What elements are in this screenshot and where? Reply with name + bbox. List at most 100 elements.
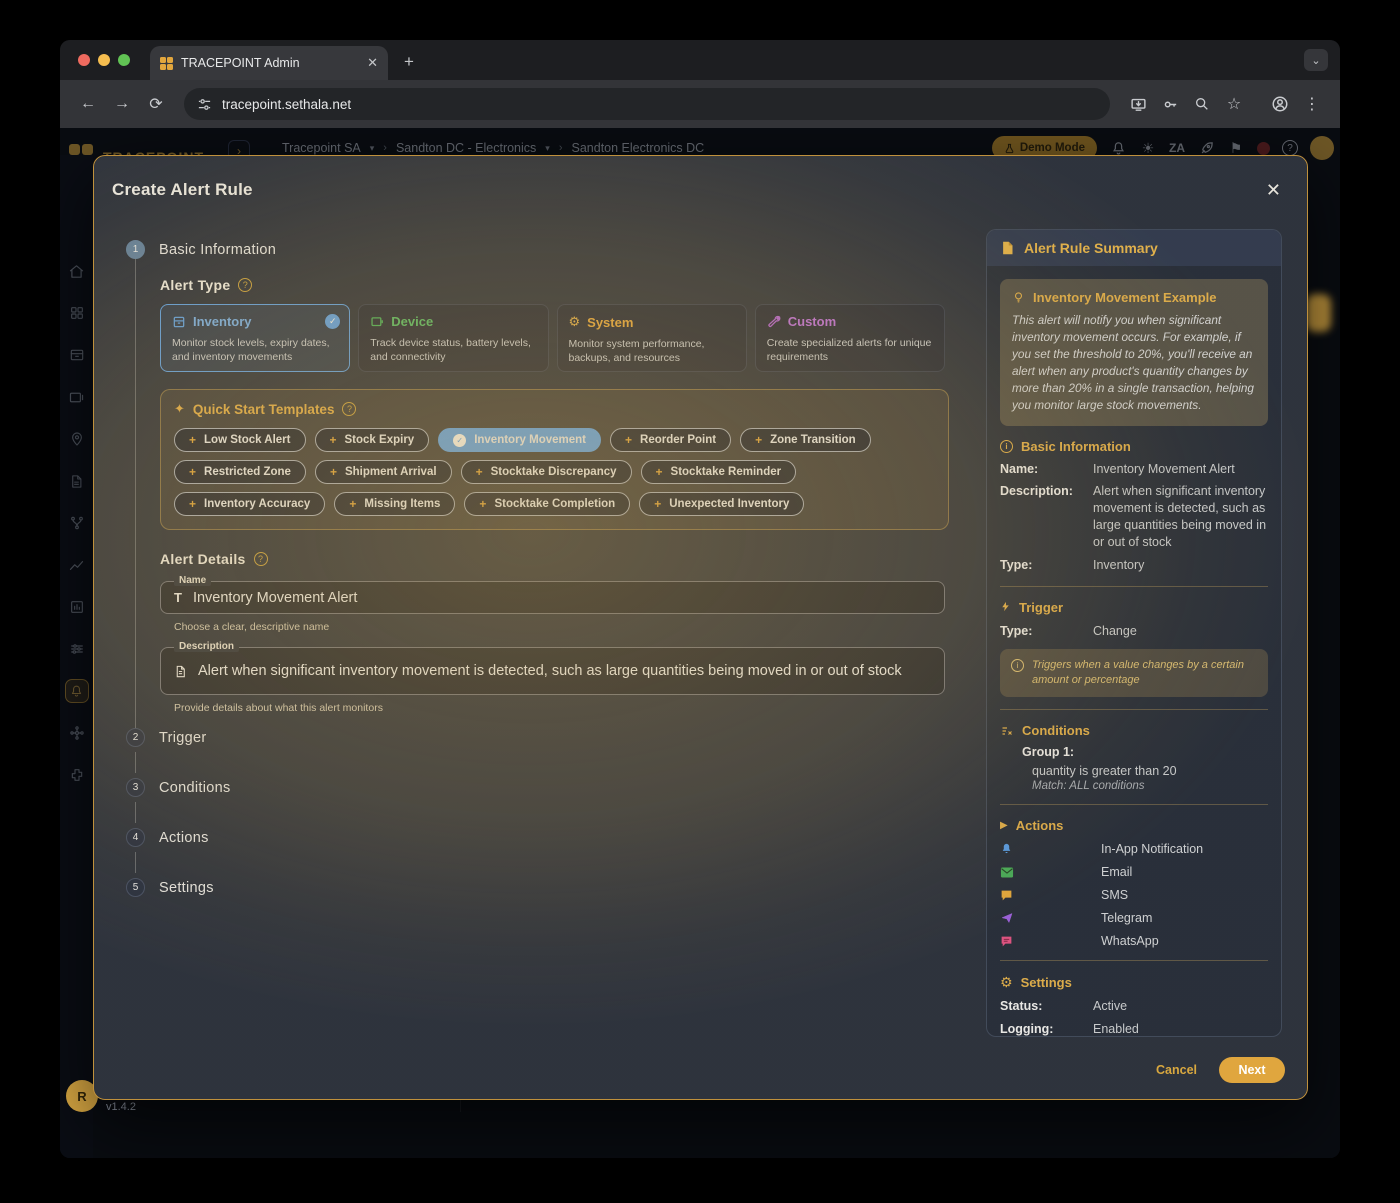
plus-icon: +	[189, 433, 196, 447]
example-title: Inventory Movement Example	[1033, 290, 1217, 305]
step-settings[interactable]: 5 Settings	[126, 878, 954, 897]
back-button[interactable]: ←	[74, 90, 102, 118]
quick-start-templates-panel: ✦ Quick Start Templates ? +Low Stock Ale…	[160, 389, 949, 530]
template-chip[interactable]: +Restricted Zone	[174, 460, 306, 484]
template-chip[interactable]: +Low Stock Alert	[174, 428, 306, 452]
help-icon[interactable]: ?	[238, 278, 252, 292]
step-basic-information[interactable]: 1 Basic Information	[126, 240, 954, 259]
example-card: Inventory Movement Example This alert wi…	[1000, 279, 1268, 426]
summary-trigger-heading: Trigger	[1000, 600, 1268, 616]
alert-type-label: Alert Type?	[160, 277, 945, 293]
play-icon: ▶	[1000, 820, 1008, 831]
gear-icon: ⚙	[1000, 974, 1013, 991]
tab-title: TRACEPOINT Admin	[181, 56, 359, 70]
sparkles-icon: ✦	[174, 401, 185, 417]
plus-icon: +	[656, 465, 663, 479]
alert-type-card-custom[interactable]: Custom Create specialized alerts for uni…	[755, 304, 945, 372]
example-text: This alert will notify you when signific…	[1012, 312, 1256, 415]
reload-button[interactable]: ⟳	[142, 90, 170, 118]
step-conditions[interactable]: 3 Conditions	[126, 778, 954, 797]
maximize-window-button[interactable]	[118, 54, 130, 66]
condition-match: Match: ALL conditions	[1032, 780, 1268, 792]
address-bar[interactable]: tracepoint.sethala.net	[184, 88, 1110, 120]
template-chip[interactable]: +Unexpected Inventory	[639, 492, 804, 516]
browser-tab[interactable]: TRACEPOINT Admin ✕	[150, 46, 388, 80]
password-key-icon[interactable]	[1156, 90, 1184, 118]
alert-rule-summary-panel: Alert Rule Summary Inventory Movement Ex…	[986, 229, 1282, 1037]
check-icon: ✓	[453, 434, 466, 447]
bookmark-star-icon[interactable]: ☆	[1220, 90, 1248, 118]
alert-type-cards: Inventory ✓ Monitor stock levels, expiry…	[160, 304, 945, 372]
site-favicon	[160, 57, 173, 70]
trigger-note: i Triggers when a value changes by a cer…	[1000, 649, 1268, 698]
summary-title: Alert Rule Summary	[1024, 240, 1158, 256]
profile-icon[interactable]	[1266, 90, 1294, 118]
minimize-window-button[interactable]	[98, 54, 110, 66]
plus-icon: +	[755, 433, 762, 447]
wrench-icon	[767, 315, 781, 329]
step-trigger[interactable]: 2 Trigger	[126, 728, 954, 747]
browser-tab-bar: TRACEPOINT Admin ✕ + ⌄	[60, 40, 1340, 80]
alert-details-label: Alert Details?	[160, 551, 945, 567]
cast-download-icon[interactable]	[1124, 90, 1152, 118]
text-icon: T	[174, 590, 182, 605]
alert-type-card-inventory[interactable]: Inventory ✓ Monitor stock levels, expiry…	[160, 304, 350, 372]
zoom-search-icon[interactable]	[1188, 90, 1216, 118]
new-tab-button[interactable]: +	[404, 52, 414, 72]
close-window-button[interactable]	[78, 54, 90, 66]
template-chip[interactable]: +Stock Expiry	[315, 428, 430, 452]
template-chip[interactable]: +Shipment Arrival	[315, 460, 452, 484]
browser-window: TRACEPOINT Admin ✕ + ⌄ ← → ⟳ tracepoint.…	[60, 40, 1340, 1158]
summary-name-row: Name:Inventory Movement Alert	[1000, 461, 1268, 478]
modal-title: Create Alert Rule	[112, 180, 253, 200]
plus-icon: +	[476, 465, 483, 479]
template-chip[interactable]: +Stocktake Discrepancy	[461, 460, 632, 484]
alert-name-field[interactable]: Name T Inventory Movement Alert	[160, 581, 945, 614]
conditions-filter-icon	[1000, 725, 1014, 737]
modal-close-icon[interactable]: ✕	[1266, 180, 1281, 201]
plus-icon: +	[349, 497, 356, 511]
template-chip[interactable]: +Missing Items	[334, 492, 455, 516]
app-page: TRACEPOINT › Tracepoint SA▾ › Sandton DC…	[60, 128, 1340, 1158]
plus-icon: +	[189, 465, 196, 479]
summary-conditions-heading: Conditions	[1000, 723, 1268, 738]
summary-basic-heading: i Basic Information	[1000, 439, 1268, 454]
template-chip[interactable]: +Zone Transition	[740, 428, 871, 452]
step-number: 1	[126, 240, 145, 259]
template-chip[interactable]: +Inventory Accuracy	[174, 492, 325, 516]
plus-icon: +	[330, 465, 337, 479]
gear-icon: ⚙	[569, 314, 581, 330]
app-version: v1.4.2	[106, 1101, 136, 1113]
tab-search-chevron-icon[interactable]: ⌄	[1304, 49, 1328, 71]
whatsapp-bubble-icon	[1000, 935, 1015, 948]
summary-document-icon	[1000, 240, 1015, 256]
forward-button[interactable]: →	[108, 90, 136, 118]
document-icon	[174, 664, 187, 679]
alert-type-card-system[interactable]: ⚙ System Monitor system performance, bac…	[557, 304, 747, 372]
condition-group-label: Group 1:	[1022, 745, 1268, 759]
help-icon[interactable]: ?	[254, 552, 268, 566]
step-actions[interactable]: 4 Actions	[126, 828, 954, 847]
template-chip[interactable]: +Stocktake Completion	[464, 492, 630, 516]
next-button[interactable]: Next	[1219, 1057, 1285, 1083]
alert-description-field[interactable]: Description Alert when significant inven…	[160, 647, 945, 695]
bell-icon	[1000, 842, 1015, 856]
browser-toolbar: ← → ⟳ tracepoint.sethala.net ☆ ⋮	[60, 80, 1340, 128]
alert-type-card-device[interactable]: Device Track device status, battery leve…	[358, 304, 548, 372]
traffic-lights	[78, 54, 130, 66]
browser-menu-icon[interactable]: ⋮	[1298, 90, 1326, 118]
template-chip[interactable]: +Stocktake Reminder	[641, 460, 797, 484]
plus-icon: +	[654, 497, 661, 511]
description-helper-text: Provide details about what this alert mo…	[174, 702, 945, 714]
cancel-button[interactable]: Cancel	[1156, 1063, 1197, 1077]
template-chip-selected[interactable]: ✓Inventory Movement	[438, 428, 601, 452]
plus-icon: +	[189, 497, 196, 511]
tab-close-icon[interactable]: ✕	[367, 55, 378, 71]
help-icon[interactable]: ?	[342, 402, 356, 416]
template-chip[interactable]: +Reorder Point	[610, 428, 731, 452]
name-field-label: Name	[174, 575, 211, 586]
plus-icon: +	[479, 497, 486, 511]
plus-icon: +	[625, 433, 632, 447]
lightbulb-icon	[1012, 290, 1025, 305]
summary-status-row: Status:Active	[1000, 998, 1268, 1015]
